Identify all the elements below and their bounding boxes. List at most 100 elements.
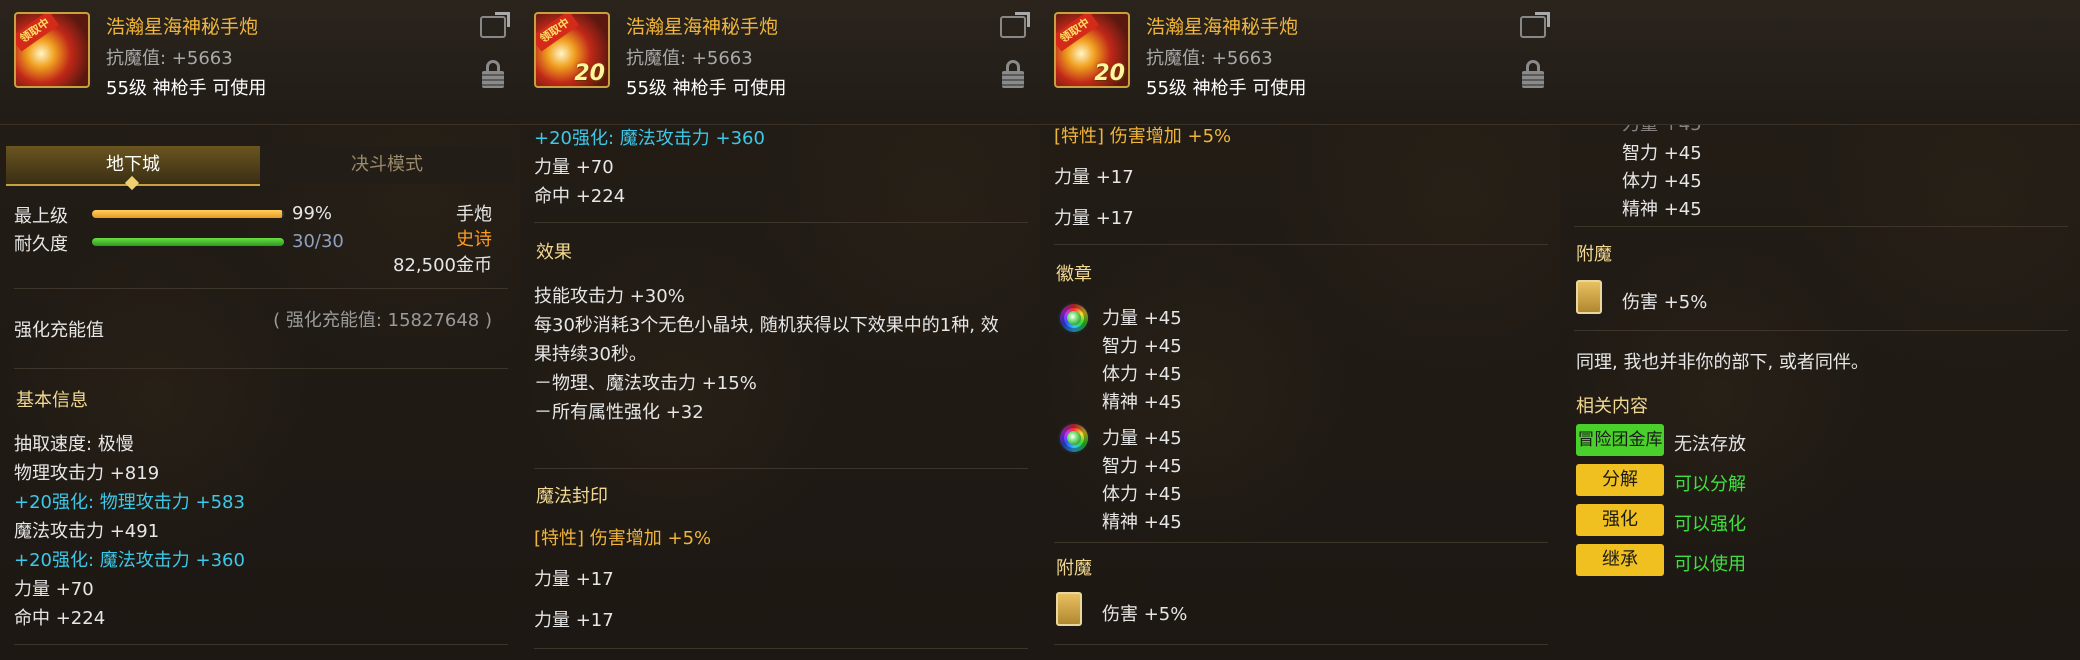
tooltip-panel-2: 领取中 20 浩瀚星海神秘手炮 抗魔值: +5663 55级 神枪手 可使用 +…	[520, 0, 1041, 660]
tab-dungeon[interactable]: 地下城	[6, 146, 260, 191]
effect-line: －所有属性强化 +32	[534, 402, 704, 423]
tooltip-header: 领取中 浩瀚星海神秘手炮 抗魔值: +5663 55级 神枪手 可使用	[0, 0, 520, 125]
divider	[14, 288, 508, 289]
enchant-value: 伤害 +5%	[1622, 292, 1708, 313]
tooltip-header: 领取中 20 浩瀚星海神秘手炮 抗魔值: +5663 55级 神枪手 可使用	[520, 0, 1040, 125]
stat-line: 命中 +224	[534, 186, 626, 207]
header-overlay	[1560, 0, 2080, 125]
grade-label: 最上级	[14, 206, 68, 227]
basic-info-line: 物理攻击力 +819	[14, 463, 160, 484]
divider	[534, 648, 1028, 649]
item-icon: 领取中 20	[1054, 12, 1130, 88]
item-name: 浩瀚星海神秘手炮	[1146, 16, 1299, 38]
basic-info-title: 基本信息	[16, 390, 88, 411]
account-vault-button[interactable]: 冒险团金库	[1576, 424, 1664, 456]
enchant-card-icon	[1056, 592, 1082, 626]
effect-line: 每30秒消耗3个无色小晶块, 随机获得以下效果中的1种, 效	[534, 315, 999, 336]
divider	[1574, 226, 2068, 227]
emblem-gem-icon	[1060, 424, 1088, 452]
divider	[534, 468, 1028, 469]
divider	[1054, 244, 1548, 245]
enchant-value: 伤害 +5%	[1102, 604, 1188, 625]
seal-line: 力量 +17	[534, 610, 614, 631]
divider	[1054, 542, 1548, 543]
effect-line: 果持续30秒。	[534, 344, 647, 365]
mode-tabs: 地下城 决斗模式	[6, 146, 514, 191]
flavor-text: 同理, 我也并非你的部下, 或者同伴。	[1576, 352, 1869, 373]
emblem-stat: 智力 +45	[1102, 336, 1182, 357]
item-icon-badge: 领取中	[1056, 14, 1100, 52]
rarity: 史诗	[456, 229, 492, 250]
price: 82,500金币	[393, 255, 492, 276]
durability-label: 耐久度	[14, 234, 68, 255]
durability-bar	[92, 238, 284, 246]
tooltip-panel-3: 领取中 20 浩瀚星海神秘手炮 抗魔值: +5663 55级 神枪手 可使用 […	[1040, 0, 1561, 660]
item-icon-level: 20	[1094, 61, 1125, 86]
magic-seal-title: 魔法封印	[536, 486, 608, 507]
account-vault-status: 无法存放	[1674, 434, 1746, 455]
item-requirement: 55级 神枪手 可使用	[626, 78, 787, 99]
enchant-title: 附魔	[1056, 558, 1092, 579]
divider	[14, 368, 508, 369]
share-icon[interactable]	[1520, 16, 1546, 38]
tooltip-header: 领取中 20 浩瀚星海神秘手炮 抗魔值: +5663 55级 神枪手 可使用	[1040, 0, 1560, 125]
basic-info-line: 抽取速度: 极慢	[14, 434, 134, 455]
divider	[534, 222, 1028, 223]
divider	[1054, 644, 1548, 645]
emblem-stat: 精神 +45	[1102, 392, 1182, 413]
lock-icon[interactable]	[482, 60, 504, 88]
item-stat: 抗魔值: +5663	[1146, 48, 1273, 69]
seal-line: [特性] 伤害增加 +5%	[534, 528, 712, 549]
disassemble-button[interactable]: 分解	[1576, 464, 1664, 496]
item-icon-badge: 领取中	[16, 14, 60, 52]
tooltip-panel-1: 领取中 浩瀚星海神秘手炮 抗魔值: +5663 55级 神枪手 可使用 地下城 …	[0, 0, 521, 660]
share-icon[interactable]	[480, 16, 506, 38]
grade-value: 99%	[292, 203, 333, 224]
inherit-button[interactable]: 继承	[1576, 544, 1664, 576]
lock-icon[interactable]	[1522, 60, 1544, 88]
seal-line: 力量 +17	[1054, 167, 1134, 188]
effect-line: 技能攻击力 +30%	[534, 286, 685, 307]
reinforce-button[interactable]: 强化	[1576, 504, 1664, 536]
lock-icon[interactable]	[1002, 60, 1024, 88]
tab-duel[interactable]: 决斗模式	[260, 146, 514, 184]
seal-line: 力量 +17	[534, 569, 614, 590]
stat-line: 力量 +70	[534, 157, 614, 178]
enchant-title: 附魔	[1576, 244, 1612, 265]
reinforce-charge-value: ( 强化充能值: 15827648 )	[273, 310, 492, 331]
seal-line: 力量 +17	[1054, 208, 1134, 229]
emblem-stat: 精神 +45	[1622, 199, 1702, 220]
emblem-stat: 力量 +45	[1102, 308, 1182, 329]
disassemble-status: 可以分解	[1674, 474, 1746, 495]
share-icon[interactable]	[1000, 16, 1026, 38]
emblem-gem-icon	[1060, 304, 1088, 332]
item-requirement: 55级 神枪手 可使用	[1146, 78, 1307, 99]
active-tab-marker	[124, 175, 140, 191]
emblem-stat: 智力 +45	[1102, 456, 1182, 477]
basic-info-line: +20强化: 魔法攻击力 +360	[14, 550, 245, 571]
emblem-stat: 体力 +45	[1102, 484, 1182, 505]
emblem-stat: 力量 +45	[1102, 428, 1182, 449]
tooltip-panel-4: 领取中 20 浩瀚星海神秘手炮 抗魔值: +5663 55级 神枪手 可使用 力…	[1560, 0, 2080, 660]
basic-info-line: 魔法攻击力 +491	[14, 521, 160, 542]
durability-bar-fill	[92, 238, 284, 246]
basic-info-line: +20强化: 物理攻击力 +583	[14, 492, 245, 513]
effect-line: －物理、魔法攻击力 +15%	[534, 373, 757, 394]
related-title: 相关内容	[1576, 396, 1648, 417]
item-name: 浩瀚星海神秘手炮	[106, 16, 259, 38]
reinforce-status: 可以强化	[1674, 514, 1746, 535]
reinforce-charge-label: 强化充能值	[14, 320, 104, 341]
stat-line: +20强化: 魔法攻击力 +360	[534, 128, 765, 149]
divider	[14, 644, 508, 645]
seal-line: [特性] 伤害增加 +5%	[1054, 126, 1232, 147]
item-name: 浩瀚星海神秘手炮	[626, 16, 779, 38]
durability-value: 30/30	[292, 231, 344, 252]
item-icon: 领取中 20	[534, 12, 610, 88]
divider	[1574, 330, 2068, 331]
emblem-stat: 智力 +45	[1622, 143, 1702, 164]
emblem-stat: 体力 +45	[1102, 364, 1182, 385]
basic-info-line: 力量 +70	[14, 579, 94, 600]
emblem-stat: 精神 +45	[1102, 512, 1182, 533]
enchant-card-icon	[1576, 280, 1602, 314]
basic-info-line: 命中 +224	[14, 608, 106, 629]
